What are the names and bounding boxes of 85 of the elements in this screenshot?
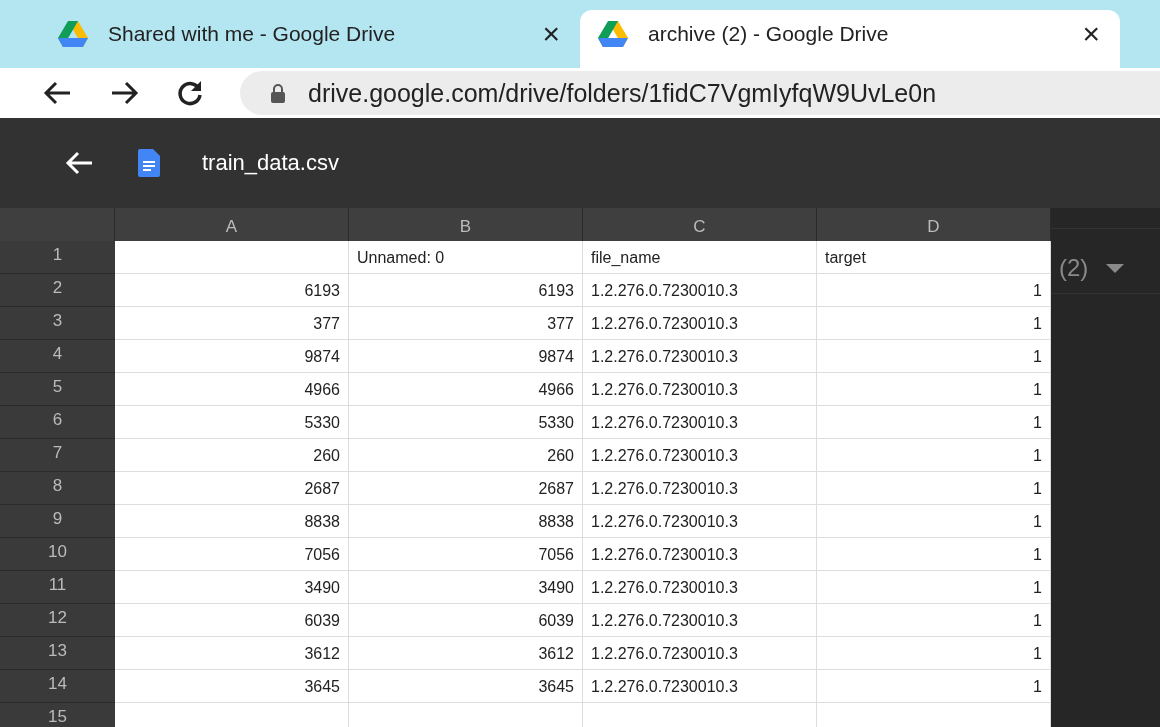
table-cell: 1.2.276.0.7230010.3 [583, 406, 817, 439]
lock-icon [270, 83, 286, 103]
table-cell: 5330 [349, 406, 583, 439]
table-cell: target [817, 241, 1051, 274]
table-cell: 1.2.276.0.7230010.3 [583, 604, 817, 637]
table-cell: 1 [817, 472, 1051, 505]
table-cell: 4966 [115, 373, 349, 406]
table-cell: 3490 [349, 571, 583, 604]
table-cell: 1.2.276.0.7230010.3 [583, 505, 817, 538]
table-cell: 1.2.276.0.7230010.3 [583, 538, 817, 571]
table-cell: 1.2.276.0.7230010.3 [583, 472, 817, 505]
table-cell: 1.2.276.0.7230010.3 [583, 571, 817, 604]
table-cell: 8838 [115, 505, 349, 538]
table-cell: 6193 [349, 274, 583, 307]
table-cell: 4966 [349, 373, 583, 406]
row-header[interactable]: 8 [0, 472, 115, 505]
folder-title: (2) [1059, 254, 1089, 282]
table-cell: 6039 [349, 604, 583, 637]
tab-close-button[interactable]: × [542, 19, 560, 49]
table-cell: 1 [817, 406, 1051, 439]
tab-title: Shared with me - Google Drive [108, 22, 397, 46]
table-cell: 6039 [115, 604, 349, 637]
browser-tab[interactable]: Shared with me - Google Drive × [40, 10, 580, 68]
row-header[interactable]: 7 [0, 439, 115, 472]
table-cell: 7056 [349, 538, 583, 571]
table-cell: 5330 [115, 406, 349, 439]
row-header[interactable]: 5 [0, 373, 115, 406]
table-cell: 1 [817, 670, 1051, 703]
row-header[interactable]: 1 [0, 241, 115, 274]
row-header[interactable]: 14 [0, 670, 115, 703]
table-cell: 1 [817, 373, 1051, 406]
row-header[interactable]: 2 [0, 274, 115, 307]
drive-logo-icon [598, 21, 628, 47]
table-cell: Unnamed: 0 [349, 241, 583, 274]
table-cell: file_name [583, 241, 817, 274]
table-cell: 1 [817, 340, 1051, 373]
table-cell: 1.2.276.0.7230010.3 [583, 637, 817, 670]
table-cell: 1 [817, 571, 1051, 604]
table-cell: 377 [115, 307, 349, 340]
file-name: train_data.csv [202, 150, 339, 176]
table-cell: 1.2.276.0.7230010.3 [583, 340, 817, 373]
document-icon [138, 149, 160, 177]
table-cell: 260 [349, 439, 583, 472]
table-cell: 3612 [115, 637, 349, 670]
row-header[interactable]: 13 [0, 637, 115, 670]
row-header[interactable]: 3 [0, 307, 115, 340]
row-header[interactable]: 15 [0, 703, 115, 727]
row-header[interactable]: 11 [0, 571, 115, 604]
row-header[interactable]: 4 [0, 340, 115, 373]
table-cell: 260 [115, 439, 349, 472]
row-header[interactable]: 12 [0, 604, 115, 637]
dropdown-caret-icon [1106, 263, 1125, 273]
url-text: drive.google.com/drive/folders/1fidC7VgmIyfqW9UvLe0n [308, 78, 937, 108]
row-header[interactable]: 10 [0, 538, 115, 571]
table-cell: 1 [817, 538, 1051, 571]
table-cell: 3612 [349, 637, 583, 670]
table-cell: 7056 [115, 538, 349, 571]
table-cell: 8838 [349, 505, 583, 538]
table-cell: 3645 [115, 670, 349, 703]
table-cell: 6193 [115, 274, 349, 307]
tab-close-button[interactable]: × [1082, 19, 1100, 49]
table-cell: 1 [817, 307, 1051, 340]
table-cell: 1 [817, 274, 1051, 307]
table-cell: 3490 [115, 571, 349, 604]
tab-title: archive (2) - Google Drive [648, 22, 890, 46]
address-bar[interactable]: drive.google.com/drive/folders/1fidC7VgmIyfqW9UvLe0n [240, 71, 1160, 115]
table-cell: 2687 [115, 472, 349, 505]
drive-logo-icon [58, 21, 88, 47]
table-cell: 1.2.276.0.7230010.3 [583, 274, 817, 307]
table-cell: 2687 [349, 472, 583, 505]
table-cell: 1 [817, 604, 1051, 637]
row-header[interactable]: 6 [0, 406, 115, 439]
table-cell: 1.2.276.0.7230010.3 [583, 373, 817, 406]
table-cell: 1.2.276.0.7230010.3 [583, 307, 817, 340]
browser-tab[interactable]: archive (2) - Google Drive × [580, 10, 1120, 68]
table-cell: 1 [817, 439, 1051, 472]
table-cell: 3645 [349, 670, 583, 703]
table-cell: 9874 [349, 340, 583, 373]
table-cell: 1 [817, 637, 1051, 670]
table-cell: 1 [817, 505, 1051, 538]
table-cell: 1.2.276.0.7230010.3 [583, 439, 817, 472]
table-cell: 9874 [115, 340, 349, 373]
row-header[interactable]: 9 [0, 505, 115, 538]
table-cell: 1.2.276.0.7230010.3 [583, 670, 817, 703]
table-cell: 377 [349, 307, 583, 340]
